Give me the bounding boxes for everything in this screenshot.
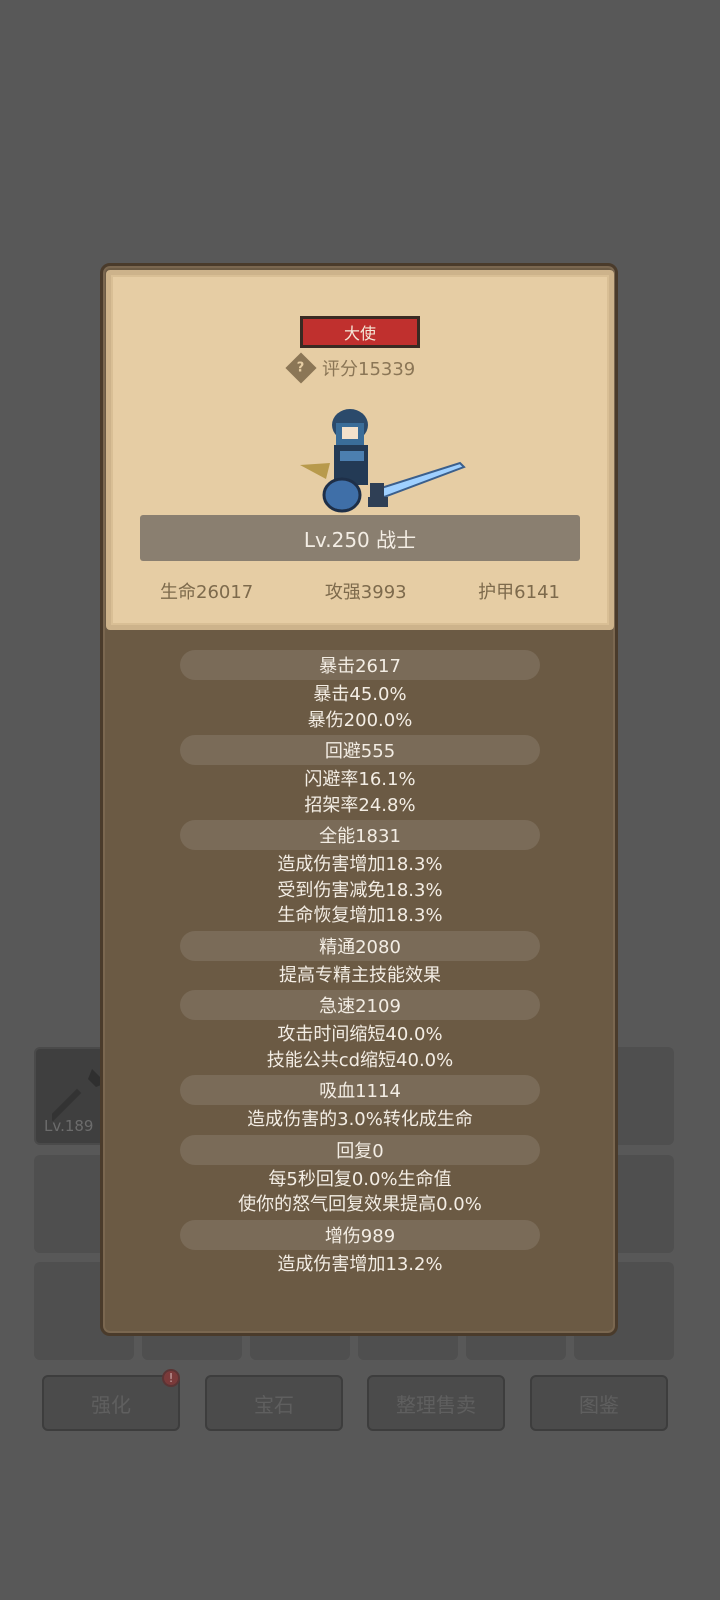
armor-stat: 护甲6141 bbox=[478, 582, 560, 603]
sort-sell-button[interactable]: 整理售卖 bbox=[367, 1375, 505, 1431]
stat-line: 造成伤害的3.0%转化成生命 bbox=[247, 1109, 473, 1130]
base-stats: 生命26017 攻强3993 护甲6141 bbox=[140, 578, 580, 608]
stat-group-damage-bonus: 增伤989 造成伤害增加13.2% bbox=[180, 1219, 540, 1278]
stat-header: 回复0 bbox=[180, 1134, 540, 1165]
stat-header: 精通2080 bbox=[180, 930, 540, 961]
title-badge: 大使 bbox=[300, 316, 420, 348]
stat-line: 造成伤害增加18.3% bbox=[277, 854, 443, 875]
codex-button[interactable]: 图鉴 bbox=[530, 1375, 668, 1431]
score-text: 评分15339 bbox=[322, 359, 416, 380]
stat-line: 攻击时间缩短40.0% bbox=[277, 1024, 443, 1045]
alert-badge: ! bbox=[162, 1369, 180, 1387]
score-row: ? 评分15339 bbox=[285, 352, 416, 384]
stat-header: 吸血1114 bbox=[180, 1075, 540, 1105]
stat-line: 暴伤200.0% bbox=[307, 709, 413, 731]
stat-group-regen: 回复0 每5秒回复0.0%生命值 使你的怒气回复效果提高0.0% bbox=[180, 1134, 540, 1218]
stat-group-mastery: 精通2080 提高专精主技能效果 bbox=[180, 930, 540, 989]
stats-list: 暴击2617 暴击45.0% 暴伤200.0% 回避555 闪避率16.1% 招… bbox=[180, 648, 540, 1277]
stat-line: 技能公共cd缩短40.0% bbox=[266, 1049, 454, 1071]
stat-line: 每5秒回复0.0%生命值 bbox=[268, 1168, 452, 1190]
stat-line: 闪避率16.1% bbox=[304, 769, 416, 790]
stat-group-haste: 急速2109 攻击时间缩短40.0% 技能公共cd缩短40.0% bbox=[180, 990, 540, 1073]
help-icon[interactable]: ? bbox=[285, 352, 317, 384]
item-level: Lv.189 bbox=[44, 1117, 94, 1135]
gem-button[interactable]: 宝石 bbox=[205, 1375, 343, 1431]
stat-line: 使你的怒气回复效果提高0.0% bbox=[238, 1194, 482, 1215]
stat-line: 提高专精主技能效果 bbox=[279, 964, 441, 986]
stat-group-versatility: 全能1831 造成伤害增加18.3% 受到伤害减免18.3% 生命恢复增加18.… bbox=[180, 820, 540, 929]
warrior-avatar-icon bbox=[300, 409, 466, 513]
stat-header: 增伤989 bbox=[180, 1219, 540, 1250]
stat-header: 全能1831 bbox=[180, 820, 540, 850]
hp-stat: 生命26017 bbox=[160, 582, 254, 603]
stat-group-dodge: 回避555 闪避率16.1% 招架率24.8% bbox=[180, 735, 540, 818]
stat-group-crit: 暴击2617 暴击45.0% 暴伤200.0% bbox=[180, 650, 540, 733]
stat-group-lifesteal: 吸血1114 造成伤害的3.0%转化成生命 bbox=[180, 1075, 540, 1133]
stat-line: 生命恢复增加18.3% bbox=[277, 905, 443, 926]
stat-line: 造成伤害增加13.2% bbox=[277, 1253, 443, 1275]
stat-header: 回避555 bbox=[180, 735, 540, 765]
level-class-band: Lv.250 战士 bbox=[140, 515, 580, 561]
attack-stat: 攻强3993 bbox=[324, 582, 407, 603]
stat-line: 招架率24.8% bbox=[304, 794, 416, 816]
stat-line: 暴击45.0% bbox=[313, 684, 407, 705]
stat-header: 暴击2617 bbox=[180, 650, 540, 680]
stat-header: 急速2109 bbox=[180, 990, 540, 1020]
stat-line: 受到伤害减免18.3% bbox=[277, 879, 443, 901]
enhance-button[interactable]: 强化 ! bbox=[42, 1369, 180, 1431]
